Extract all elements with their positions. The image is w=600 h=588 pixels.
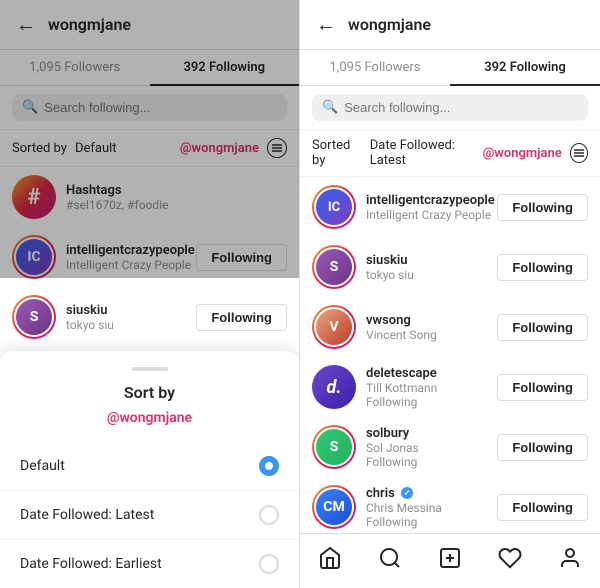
right-list-item[interactable]: d. deletescape Till Kottmann Following F… bbox=[300, 357, 600, 417]
verified-badge bbox=[401, 487, 413, 499]
home-icon[interactable] bbox=[310, 542, 350, 580]
sheet-overlay[interactable] bbox=[0, 0, 299, 278]
right-search-bar: 🔍 bbox=[300, 86, 600, 130]
right-list-item[interactable]: S siuskiu tokyo siu Following bbox=[300, 237, 600, 297]
following-button[interactable]: Following bbox=[497, 434, 588, 461]
right-back-button[interactable]: ← bbox=[316, 12, 336, 37]
right-search-wrap: 🔍 bbox=[312, 94, 588, 121]
user-sub: Intelligent Crazy People bbox=[366, 208, 497, 222]
right-tab-following[interactable]: 392 Following bbox=[450, 50, 600, 85]
user-name: deletescape bbox=[366, 366, 497, 381]
right-list-item[interactable]: S solbury Sol Jonas Following Following bbox=[300, 417, 600, 477]
following-button[interactable]: Following bbox=[196, 304, 287, 331]
user-sub: tokyo siu bbox=[66, 318, 196, 332]
right-list-item[interactable]: IC intelligentcrazypeople Intelligent Cr… bbox=[300, 177, 600, 237]
right-tab-followers[interactable]: 1,095 Followers bbox=[300, 50, 450, 85]
search-icon: 🔍 bbox=[322, 100, 338, 115]
radio-date-earliest bbox=[259, 554, 279, 574]
radio-date-latest bbox=[259, 505, 279, 525]
right-sort-value: Date Followed: Latest bbox=[370, 138, 483, 168]
following-button[interactable]: Following bbox=[497, 374, 588, 401]
add-post-icon[interactable] bbox=[430, 542, 470, 580]
sheet-option-date-latest[interactable]: Date Followed: Latest bbox=[0, 491, 299, 540]
sort-bottom-sheet: Sort by @wongmjane Default Date Followed… bbox=[0, 351, 299, 588]
avatar-ring: CM bbox=[312, 485, 356, 529]
right-list-item[interactable]: CM chris Chris Messina Following Followi… bbox=[300, 477, 600, 533]
avatar-ring: IC bbox=[312, 185, 356, 229]
avatar-ring: S bbox=[312, 245, 356, 289]
avatar-ring: S bbox=[12, 295, 56, 339]
right-sort-label: Sorted by bbox=[312, 138, 362, 168]
profile-icon[interactable] bbox=[550, 542, 590, 580]
following-button[interactable]: Following bbox=[497, 254, 588, 281]
right-tabs: 1,095 Followers 392 Following bbox=[300, 50, 600, 86]
following-button[interactable]: Following bbox=[497, 314, 588, 341]
right-sort-icon[interactable] bbox=[570, 143, 588, 163]
avatar-ring: V bbox=[312, 305, 356, 349]
right-user-list: IC intelligentcrazypeople Intelligent Cr… bbox=[300, 177, 600, 533]
right-username: wongmjane bbox=[348, 15, 431, 34]
following-button[interactable]: Following bbox=[497, 194, 588, 221]
right-search-input[interactable] bbox=[344, 100, 578, 115]
user-name: intelligentcrazypeople bbox=[366, 193, 497, 208]
sheet-option-date-earliest[interactable]: Date Followed: Earliest bbox=[0, 540, 299, 588]
user-name: chris bbox=[366, 486, 497, 501]
following-button[interactable]: Following bbox=[497, 494, 588, 521]
user-name: vwsong bbox=[366, 313, 497, 328]
user-sub: Sol Jonas bbox=[366, 441, 497, 455]
right-list-item[interactable]: V vwsong Vincent Song Following bbox=[300, 297, 600, 357]
user-sub: Chris Messina bbox=[366, 501, 497, 515]
bottom-nav bbox=[300, 533, 600, 588]
sheet-handle bbox=[132, 367, 168, 371]
sheet-option-default[interactable]: Default bbox=[0, 442, 299, 491]
left-panel: ← wongmjane 1,095 Followers 392 Followin… bbox=[0, 0, 300, 588]
user-name: solbury bbox=[366, 426, 497, 441]
radio-default bbox=[259, 456, 279, 476]
user-name: siuskiu bbox=[366, 253, 497, 268]
avatar: d. bbox=[312, 365, 356, 409]
search-nav-icon[interactable] bbox=[370, 542, 410, 580]
right-sort-row: Sorted by Date Followed: Latest @wongmja… bbox=[300, 130, 600, 177]
user-name: siuskiu bbox=[66, 303, 196, 318]
heart-icon[interactable] bbox=[490, 542, 530, 580]
sheet-username: @wongmjane bbox=[0, 410, 299, 426]
right-sort-username: @wongmjane bbox=[483, 146, 562, 161]
left-list-item[interactable]: S siuskiu tokyo siu Following bbox=[0, 287, 299, 347]
right-panel: ← wongmjane 1,095 Followers 392 Followin… bbox=[300, 0, 600, 588]
avatar-ring: S bbox=[312, 425, 356, 469]
right-header: ← wongmjane bbox=[300, 0, 600, 50]
sheet-title: Sort by bbox=[0, 383, 299, 402]
user-sub: tokyo siu bbox=[366, 268, 497, 282]
user-sub: Till Kottmann bbox=[366, 381, 497, 395]
user-sub: Vincent Song bbox=[366, 328, 497, 342]
